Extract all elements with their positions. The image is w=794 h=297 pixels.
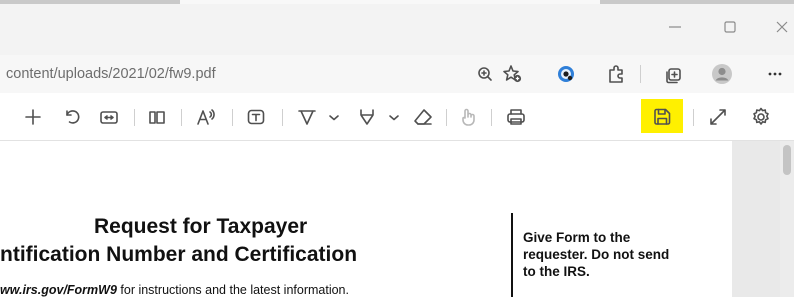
- document-title-line1: Request for Taxpayer: [94, 215, 308, 238]
- collections-icon[interactable]: [661, 62, 687, 86]
- zoom-in-icon[interactable]: [22, 106, 44, 128]
- minimize-icon[interactable]: [666, 18, 684, 36]
- settings-icon[interactable]: [750, 106, 772, 128]
- highlight-options-chevron-icon[interactable]: [383, 106, 405, 128]
- touch-icon[interactable]: [457, 106, 479, 128]
- address-bar-row: content/uploads/2021/02/fw9.pdf: [0, 55, 794, 93]
- add-text-icon[interactable]: [245, 106, 267, 128]
- scrollbar-thumb[interactable]: [783, 145, 791, 175]
- draw-options-chevron-icon[interactable]: [323, 106, 345, 128]
- rotate-icon[interactable]: [61, 106, 83, 128]
- read-aloud-icon[interactable]: [195, 106, 217, 128]
- eraser-icon[interactable]: [412, 106, 434, 128]
- close-icon[interactable]: [773, 18, 791, 36]
- more-icon[interactable]: [762, 62, 788, 86]
- draw-icon[interactable]: [296, 106, 318, 128]
- puzzle-icon[interactable]: [603, 62, 629, 86]
- highlight-icon[interactable]: [356, 106, 378, 128]
- title-bar: [0, 0, 794, 55]
- save-icon[interactable]: [651, 106, 673, 128]
- page-view-icon[interactable]: [146, 106, 168, 128]
- add-favorite-icon[interactable]: [500, 62, 526, 86]
- maximize-icon[interactable]: [721, 18, 739, 36]
- document-instructions-line: ww.irs.gov/FormW9 for instructions and t…: [0, 283, 349, 297]
- side-note: Give Form to the requester. Do not send …: [523, 230, 670, 279]
- pdf-toolbar: [0, 94, 794, 141]
- tab-strip-edge: [0, 0, 794, 4]
- extension-icon[interactable]: [553, 62, 579, 86]
- pdf-viewer: Request for Taxpayer ntification Number …: [0, 141, 794, 297]
- vertical-scrollbar[interactable]: [780, 141, 794, 297]
- fullscreen-icon[interactable]: [707, 106, 729, 128]
- document-title-line2: ntification Number and Certification: [0, 243, 358, 266]
- zoom-icon[interactable]: [472, 62, 498, 86]
- profile-avatar[interactable]: [709, 62, 735, 86]
- fit-page-icon[interactable]: [98, 106, 120, 128]
- form-divider: [511, 213, 513, 297]
- irs-url-link[interactable]: ww.irs.gov/FormW9: [0, 283, 117, 297]
- pdf-page: Request for Taxpayer ntification Number …: [0, 141, 732, 297]
- instructions-text: for instructions and the latest informat…: [116, 283, 349, 297]
- print-icon[interactable]: [505, 106, 527, 128]
- address-bar-input[interactable]: content/uploads/2021/02/fw9.pdf: [6, 62, 216, 86]
